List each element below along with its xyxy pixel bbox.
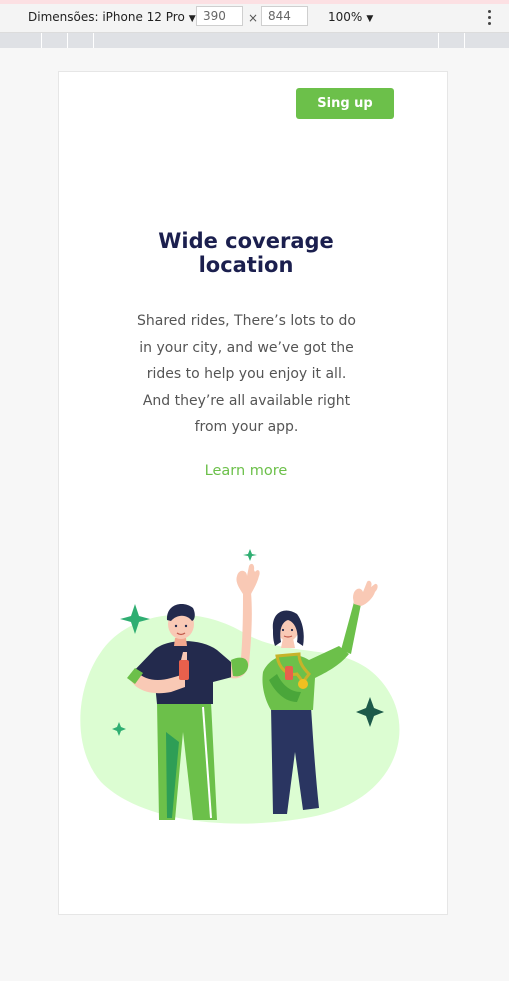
chevron-down-icon: ▼ <box>188 14 196 24</box>
media-query-segment[interactable] <box>439 33 465 48</box>
zoom-label: 100% <box>328 10 363 24</box>
media-query-segment[interactable] <box>0 33 42 48</box>
media-query-segment[interactable] <box>68 33 94 48</box>
zoom-select[interactable]: 100% ▼ <box>328 10 373 24</box>
description-line: from your app. <box>194 419 299 435</box>
device-select-label: Dimensões: iPhone 12 Pro <box>28 10 185 24</box>
signup-button[interactable]: Sing up <box>296 88 394 119</box>
title-line-1: Wide coverage <box>158 229 334 253</box>
dimension-separator: × <box>248 11 259 25</box>
sparkle-icon <box>243 549 257 561</box>
description-line: rides to help you enjoy it all. <box>146 366 347 382</box>
media-query-segment[interactable] <box>42 33 68 48</box>
height-input[interactable] <box>261 6 308 26</box>
description: Shared rides, There’s lots to do in your… <box>124 308 369 441</box>
width-input[interactable] <box>196 6 243 26</box>
chevron-down-icon: ▼ <box>366 14 374 24</box>
title-line-2: location <box>198 253 294 277</box>
device-select[interactable]: Dimensões: iPhone 12 Pro ▼ <box>28 10 196 24</box>
media-query-segment[interactable] <box>412 33 439 48</box>
more-vertical-icon[interactable] <box>480 7 498 29</box>
media-query-bar[interactable] <box>0 33 509 48</box>
description-line: Shared rides, There’s lots to do <box>136 313 357 329</box>
learn-more-link[interactable]: Learn more <box>59 463 433 479</box>
description-line: in your city, and we’ve got the <box>139 339 354 356</box>
device-toolbar: Dimensões: iPhone 12 Pro▼ × 100%▼ <box>0 4 509 33</box>
description-line: And they’re all available right <box>142 392 351 409</box>
device-viewport: Sing up Wide coverage location Shared ri… <box>58 71 448 915</box>
page-title: Wide coverage location <box>99 229 393 277</box>
people-waving-illustration <box>80 549 400 824</box>
